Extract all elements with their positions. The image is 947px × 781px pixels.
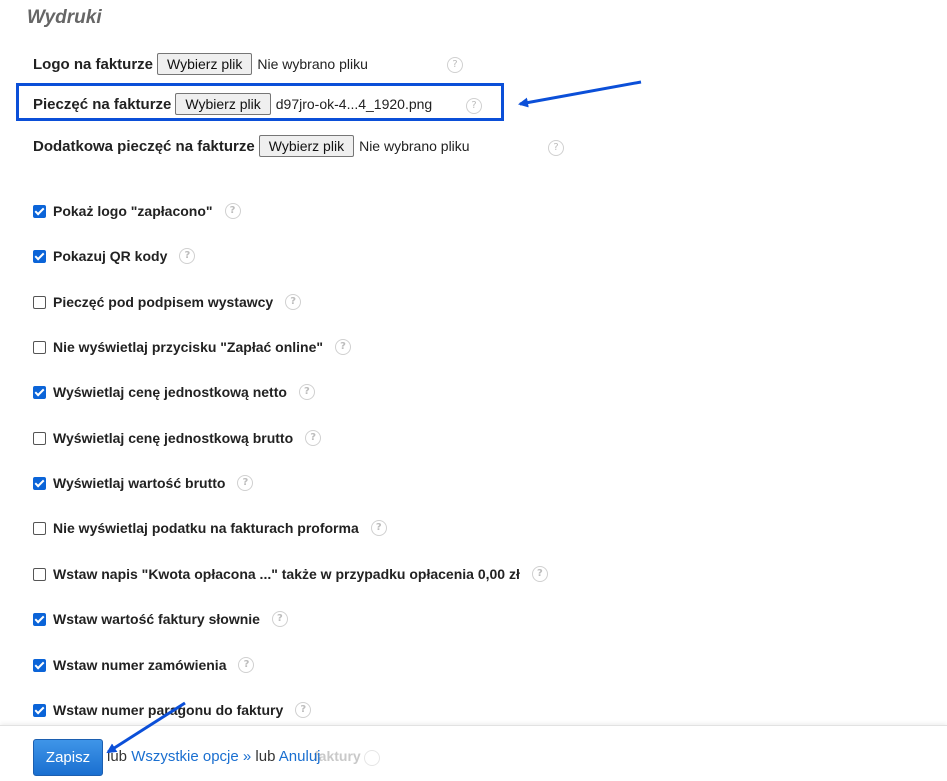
option-row[interactable]: Wstaw napis "Kwota opłacona ..." także w… xyxy=(33,564,548,584)
checkbox-checked[interactable] xyxy=(33,703,46,717)
checkbox-unchecked[interactable] xyxy=(33,431,46,445)
option-label: Wstaw numer paragonu do faktury xyxy=(53,702,284,718)
option-row[interactable]: Wyświetlaj cenę jednostkową netto ? xyxy=(33,382,315,402)
option-row[interactable]: Pokazuj QR kody ? xyxy=(33,246,196,266)
help-icon[interactable]: ? xyxy=(237,475,254,491)
checkbox-checked[interactable] xyxy=(33,385,46,399)
arrow-to-stamp-row xyxy=(518,80,642,108)
checkbox-unchecked[interactable] xyxy=(33,340,46,354)
checkbox-checked[interactable] xyxy=(33,476,46,490)
highlight-box xyxy=(16,83,504,121)
help-icon[interactable]: ? xyxy=(179,248,196,264)
option-label: Wstaw wartość faktury słownie xyxy=(53,611,260,627)
or-text: lub xyxy=(255,748,276,765)
extra-stamp-file-label: Dodatkowa pieczęć na fakturze xyxy=(33,137,255,155)
or-text: lub xyxy=(107,748,128,765)
option-label: Wstaw numer zamówienia xyxy=(53,657,227,673)
option-label: Pieczęć pod podpisem wystawcy xyxy=(53,294,274,310)
obscured-help-icon xyxy=(364,750,380,766)
help-icon[interactable]: ? xyxy=(295,702,312,718)
help-icon[interactable]: ? xyxy=(447,57,463,73)
checkbox-checked[interactable] xyxy=(33,658,46,672)
option-row[interactable]: Nie wyświetlaj podatku na fakturach prof… xyxy=(33,518,387,538)
obscured-option-text: faktury xyxy=(314,748,361,764)
help-icon[interactable]: ? xyxy=(285,294,302,310)
extra-stamp-file-status: Nie wybrano pliku xyxy=(359,138,470,154)
checkbox-checked[interactable] xyxy=(33,204,46,218)
extra-stamp-file-row: Dodatkowa pieczęć na fakturze Wybierz pl… xyxy=(33,134,470,158)
footer-links: lub Wszystkie opcje » lub Anuluj xyxy=(107,748,321,765)
checkbox-unchecked[interactable] xyxy=(33,567,46,581)
logo-choose-file-button[interactable]: Wybierz plik xyxy=(157,53,253,75)
option-row[interactable]: Pokaż logo "zapłacono" ? xyxy=(33,201,241,221)
save-button[interactable]: Zapisz xyxy=(33,739,103,776)
option-row[interactable]: Wstaw numer zamówienia ? xyxy=(33,655,255,675)
option-row[interactable]: Pieczęć pod podpisem wystawcy ? xyxy=(33,292,302,312)
option-row[interactable]: Wyświetlaj cenę jednostkową brutto ? xyxy=(33,428,322,448)
all-options-link[interactable]: Wszystkie opcje » xyxy=(131,748,251,765)
option-label: Nie wyświetlaj podatku na fakturach prof… xyxy=(53,520,359,536)
logo-file-label: Logo na fakturze xyxy=(33,55,154,73)
footer-bar: faktury Zapisz lub Wszystkie opcje » lub… xyxy=(0,725,947,781)
help-icon[interactable]: ? xyxy=(238,657,255,673)
help-icon[interactable]: ? xyxy=(548,140,564,156)
extra-stamp-choose-file-button[interactable]: Wybierz plik xyxy=(258,135,355,157)
help-icon[interactable]: ? xyxy=(305,430,322,446)
option-label: Wyświetlaj wartość brutto xyxy=(53,475,226,491)
cancel-link[interactable]: Anuluj xyxy=(279,748,321,765)
checkbox-unchecked[interactable] xyxy=(33,295,46,309)
help-icon[interactable]: ? xyxy=(298,384,315,400)
option-label: Wyświetlaj cenę jednostkową netto xyxy=(53,384,287,400)
option-label: Pokazuj QR kody xyxy=(53,248,168,264)
option-label: Wyświetlaj cenę jednostkową brutto xyxy=(53,430,294,446)
option-row[interactable]: Wstaw wartość faktury słownie ? xyxy=(33,609,288,629)
logo-file-row: Logo na fakturze Wybierz plik Nie wybran… xyxy=(33,52,368,76)
checkbox-checked[interactable] xyxy=(33,612,46,626)
checkbox-checked[interactable] xyxy=(33,249,46,263)
option-row[interactable]: Wyświetlaj wartość brutto ? xyxy=(33,473,254,493)
logo-file-status: Nie wybrano pliku xyxy=(257,56,368,72)
checkbox-unchecked[interactable] xyxy=(33,521,46,535)
help-icon[interactable]: ? xyxy=(271,611,288,627)
option-row[interactable]: Nie wyświetlaj przycisku "Zapłać online"… xyxy=(33,337,352,357)
option-label: Nie wyświetlaj przycisku "Zapłać online" xyxy=(53,339,324,355)
help-icon[interactable]: ? xyxy=(224,203,241,219)
option-row[interactable]: Wstaw numer paragonu do faktury ? xyxy=(33,700,312,720)
help-icon[interactable]: ? xyxy=(370,520,387,536)
option-label: Wstaw napis "Kwota opłacona ..." także w… xyxy=(53,566,520,582)
help-icon[interactable]: ? xyxy=(335,339,352,355)
section-title: Wydruki xyxy=(27,7,102,28)
help-icon[interactable]: ? xyxy=(531,566,548,582)
option-label: Pokaż logo "zapłacono" xyxy=(53,203,213,219)
